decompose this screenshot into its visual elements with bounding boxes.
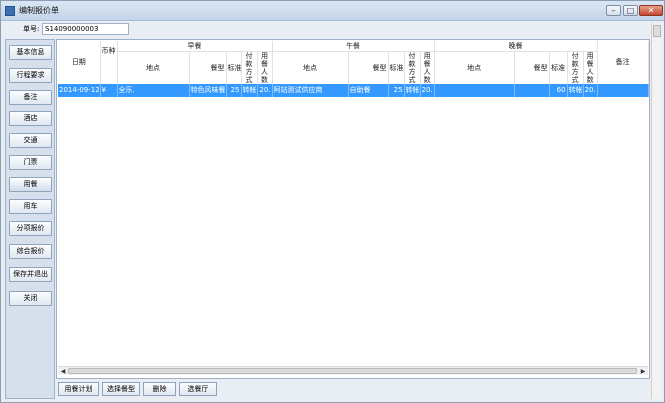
order-number-field[interactable]: S14090000003: [42, 23, 129, 35]
sidebar-item-save-exit[interactable]: 保存并退出: [9, 267, 52, 282]
column-header-breakfast-pay-method[interactable]: 付款方式: [241, 51, 258, 84]
sidebar-item-notes[interactable]: 备注: [9, 90, 52, 105]
table-row[interactable]: 2014-09-12 ¥ 全乐. 特色风味餐 25 转帐 20. 阿站测试供应商…: [58, 83, 649, 97]
column-header-dinner-persons[interactable]: 用餐人数: [583, 51, 598, 84]
select-restaurant-button[interactable]: 选餐厅: [179, 382, 217, 396]
column-header-lunch-meal-type[interactable]: 餐型: [348, 51, 389, 84]
quote-window: 编制报价单 – □ ✕ 单号: S14090000003 基本信息 行程要求 备…: [0, 0, 665, 403]
title-bar: 编制报价单 – □ ✕: [1, 1, 664, 21]
column-header-lunch-pay-method[interactable]: 付款方式: [404, 51, 421, 84]
sidebar-item-basic-info[interactable]: 基本信息: [9, 45, 52, 60]
cell-lunch-meal-type[interactable]: 自助餐: [348, 83, 389, 97]
cell-lunch-persons[interactable]: 20.: [420, 83, 435, 97]
column-header-breakfast-persons[interactable]: 用餐人数: [257, 51, 273, 84]
cell-dinner-persons[interactable]: 20.: [583, 83, 598, 97]
bottom-toolbar: 用餐计划 选择餐型 删除 选餐厅: [56, 381, 650, 399]
cell-breakfast-place[interactable]: 全乐.: [117, 83, 190, 97]
delete-button[interactable]: 删除: [143, 382, 176, 396]
sidebar-item-vehicle[interactable]: 用车: [9, 199, 52, 214]
column-header-remark[interactable]: 备注: [597, 41, 649, 84]
sidebar-item-hotel[interactable]: 酒店: [9, 111, 52, 126]
scroll-right-icon[interactable]: ▶: [639, 368, 647, 375]
minimize-button[interactable]: –: [606, 5, 621, 16]
sidebar-item-meals[interactable]: 用餐: [9, 177, 52, 192]
sidebar: 基本信息 行程要求 备注 酒店 交通 门票 用餐 用车 分项报价 综合报价 保存…: [5, 39, 55, 399]
scrollbar-thumb[interactable]: [653, 25, 661, 37]
meal-plan-button[interactable]: 用餐计划: [58, 382, 99, 396]
cell-date[interactable]: 2014-09-12: [58, 83, 101, 97]
order-number-label: 单号:: [23, 25, 40, 33]
close-window-button[interactable]: ✕: [639, 5, 663, 16]
column-header-currency[interactable]: 币种: [100, 41, 118, 84]
sidebar-item-transport[interactable]: 交通: [9, 133, 52, 148]
meal-grid: 日期 币种 早餐 午餐 晚餐 备注 地点 餐型 标准 付款方式 用餐人数 地点 …: [58, 41, 649, 97]
app-icon: [5, 6, 15, 16]
grid-horizontal-scrollbar[interactable]: ◀ ▶: [58, 366, 648, 375]
select-meal-type-button[interactable]: 选择餐型: [102, 382, 140, 396]
scroll-left-icon[interactable]: ◀: [59, 368, 67, 375]
column-header-date[interactable]: 日期: [58, 41, 101, 84]
sidebar-item-tickets[interactable]: 门票: [9, 155, 52, 170]
window-title: 编制报价单: [19, 6, 59, 15]
sidebar-item-itinerary[interactable]: 行程要求: [9, 68, 52, 83]
cell-dinner-meal-type[interactable]: [514, 83, 550, 97]
cell-lunch-standard[interactable]: 25: [388, 83, 405, 97]
maximize-button[interactable]: □: [623, 5, 638, 16]
cell-dinner-standard[interactable]: 60: [549, 83, 568, 97]
window-vertical-scrollbar[interactable]: [651, 23, 661, 399]
cell-lunch-place[interactable]: 阿站测试供应商: [272, 83, 349, 97]
column-header-dinner-place[interactable]: 地点: [434, 51, 515, 84]
column-header-lunch-standard[interactable]: 标准: [388, 51, 405, 84]
column-header-lunch-place[interactable]: 地点: [272, 51, 349, 84]
column-header-breakfast-meal-type[interactable]: 餐型: [189, 51, 227, 84]
sidebar-item-overall-quote[interactable]: 综合报价: [9, 244, 52, 259]
column-group-dinner: 晚餐: [434, 41, 598, 52]
column-group-lunch: 午餐: [272, 41, 435, 52]
cell-dinner-pay-method[interactable]: 转帐: [567, 83, 584, 97]
cell-breakfast-persons[interactable]: 20.: [257, 83, 273, 97]
cell-remark[interactable]: [597, 83, 649, 97]
cell-currency[interactable]: ¥: [100, 83, 118, 97]
column-header-dinner-standard[interactable]: 标准: [549, 51, 568, 84]
sidebar-item-itemized-quote[interactable]: 分项报价: [9, 221, 52, 236]
cell-breakfast-pay-method[interactable]: 转帐: [241, 83, 258, 97]
cell-dinner-place[interactable]: [434, 83, 515, 97]
cell-lunch-pay-method[interactable]: 转帐: [404, 83, 421, 97]
column-group-breakfast: 早餐: [117, 41, 273, 52]
column-header-dinner-pay-method[interactable]: 付款方式: [567, 51, 584, 84]
column-header-dinner-meal-type[interactable]: 餐型: [514, 51, 550, 84]
column-header-breakfast-standard[interactable]: 标准: [226, 51, 242, 84]
scrollbar-thumb[interactable]: [68, 368, 637, 374]
sidebar-item-close[interactable]: 关闭: [9, 291, 52, 306]
order-bar: 单号: S14090000003: [1, 21, 651, 39]
column-header-breakfast-place[interactable]: 地点: [117, 51, 190, 84]
column-header-lunch-persons[interactable]: 用餐人数: [420, 51, 435, 84]
cell-breakfast-standard[interactable]: 25: [226, 83, 242, 97]
cell-breakfast-meal-type[interactable]: 特色风味餐: [189, 83, 227, 97]
meal-grid-panel: 日期 币种 早餐 午餐 晚餐 备注 地点 餐型 标准 付款方式 用餐人数 地点 …: [56, 39, 650, 379]
